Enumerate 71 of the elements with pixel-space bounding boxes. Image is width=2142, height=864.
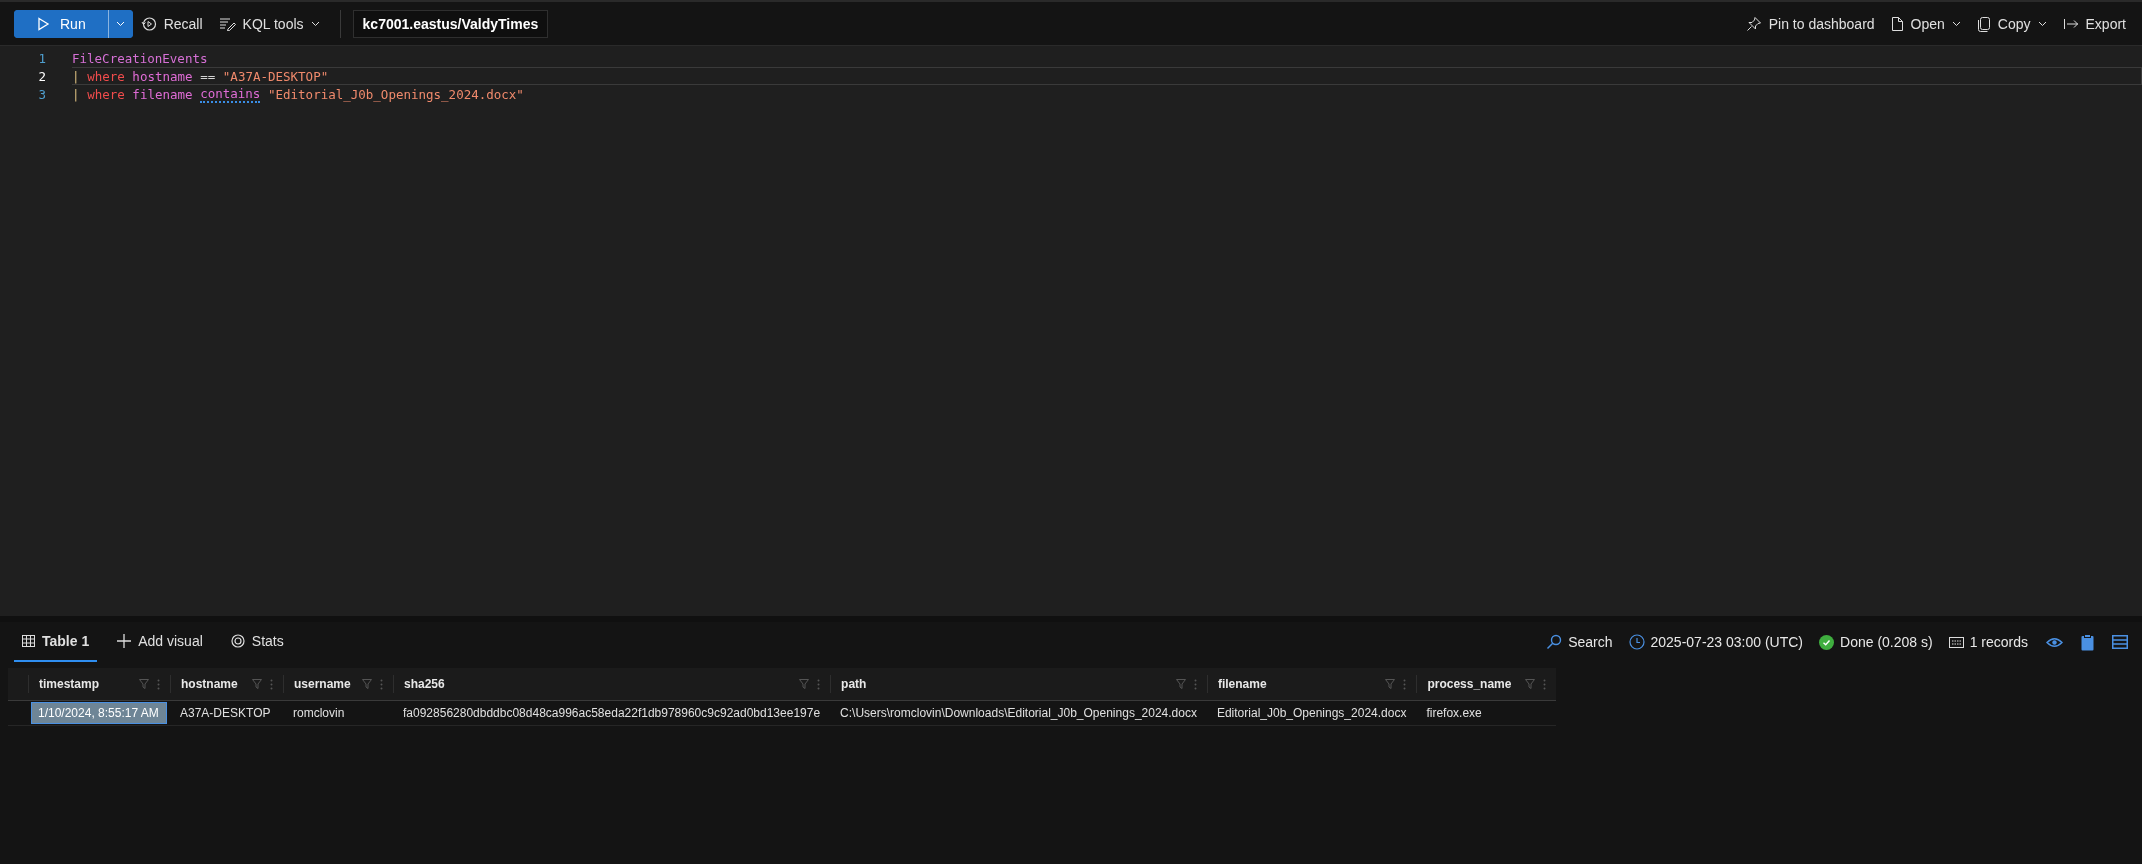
column-header: hostname xyxy=(181,677,239,691)
time-range-button[interactable]: 2025-07-23 03:00 (UTC) xyxy=(1628,634,1804,650)
caret-icon xyxy=(1951,20,1961,27)
table-cell-text: Editorial_J0b_Openings_2024.docx xyxy=(1215,705,1408,722)
column-header: username xyxy=(294,677,352,691)
filter-icon[interactable] xyxy=(1175,679,1186,689)
code-token: filename xyxy=(132,86,193,102)
toolbar-button[interactable]: Export xyxy=(2054,9,2134,38)
history-icon xyxy=(140,15,157,32)
copy-icon xyxy=(1976,15,1991,32)
filter-icon[interactable] xyxy=(1385,679,1396,689)
export-icon xyxy=(2062,16,2079,31)
filter-icon[interactable] xyxy=(799,679,810,689)
records-icon xyxy=(1948,636,1964,648)
search-icon xyxy=(1546,634,1563,650)
line-number: 3 xyxy=(37,86,47,102)
table-cell-text: romclovin xyxy=(292,705,346,722)
document-icon xyxy=(1890,15,1904,32)
plus-icon xyxy=(117,634,132,648)
result-tab[interactable]: Table 1 xyxy=(14,622,98,662)
code-token: where xyxy=(87,86,125,102)
column-header: process_name xyxy=(1427,677,1513,691)
table-cell: 1/10/2024, 8:55:17 AM xyxy=(32,703,166,723)
filter-icon[interactable] xyxy=(362,679,372,689)
record-count: 1 records xyxy=(1969,634,2028,650)
run-button[interactable]: Run xyxy=(14,9,109,38)
toolbar-button[interactable]: KQL tools xyxy=(210,9,328,38)
toolbar-button[interactable]: Open xyxy=(1882,9,1969,38)
table-cell-text: C:\Users\romclovin\Downloads\Editorial_J0b_Openings_2024.docx xyxy=(839,705,1198,722)
stats-icon xyxy=(230,634,245,648)
layout-icon[interactable] xyxy=(2112,635,2128,649)
code-token: == xyxy=(200,68,216,84)
column-header: sha256 xyxy=(404,677,446,691)
toolbar-button[interactable]: Recall xyxy=(132,9,211,38)
database-selector[interactable]: kc7001.eastus/ValdyTimes xyxy=(352,9,549,38)
clipboard-icon[interactable] xyxy=(2081,633,2094,651)
toolbar-button[interactable]: Pin to dashboard xyxy=(1737,9,1883,38)
code-token: | xyxy=(72,68,80,84)
status-text: Done (0.208 s) xyxy=(1840,634,1933,650)
code-token: hostname xyxy=(132,68,193,84)
table-cell-text: fa092856280dbddbc08d48ca996ac58eda22f1db978960c9c92ad0bd13ee197e xyxy=(402,705,822,722)
pin-icon xyxy=(1745,15,1762,32)
column-header: path xyxy=(841,677,868,691)
result-tab[interactable]: Add visual xyxy=(109,622,211,662)
success-icon xyxy=(1819,634,1835,650)
caret-icon xyxy=(310,20,320,27)
column-header: filename xyxy=(1217,677,1268,691)
column-header: timestamp xyxy=(39,677,101,691)
caret-icon xyxy=(116,20,126,27)
eye-icon[interactable] xyxy=(2046,636,2063,648)
toolbar-button[interactable]: Copy xyxy=(1968,9,2055,38)
code-token: FileCreationEvents xyxy=(72,50,208,66)
line-number: 2 xyxy=(37,68,47,84)
code-token: "A37A-DESKTOP" xyxy=(222,68,329,84)
play-icon xyxy=(36,16,50,31)
code-token: "Editorial_J0b_Openings_2024.docx" xyxy=(268,86,524,102)
caret-icon xyxy=(2037,20,2047,27)
search-button[interactable]: Search xyxy=(1546,634,1613,650)
table-cell-text: A37A-DESKTOP xyxy=(179,705,272,722)
filter-icon[interactable] xyxy=(139,679,149,689)
tools-icon xyxy=(218,16,236,31)
code-token: contains xyxy=(200,85,261,103)
clock-icon xyxy=(1628,634,1645,650)
filter-icon[interactable] xyxy=(252,679,262,689)
filter-icon[interactable] xyxy=(1525,679,1536,689)
result-tab[interactable]: Stats xyxy=(222,622,292,662)
table-icon xyxy=(22,635,35,647)
code-token: | xyxy=(72,86,80,102)
table-cell-text: firefox.exe xyxy=(1425,705,1483,722)
line-number: 1 xyxy=(37,50,47,66)
code-token: where xyxy=(87,68,125,84)
